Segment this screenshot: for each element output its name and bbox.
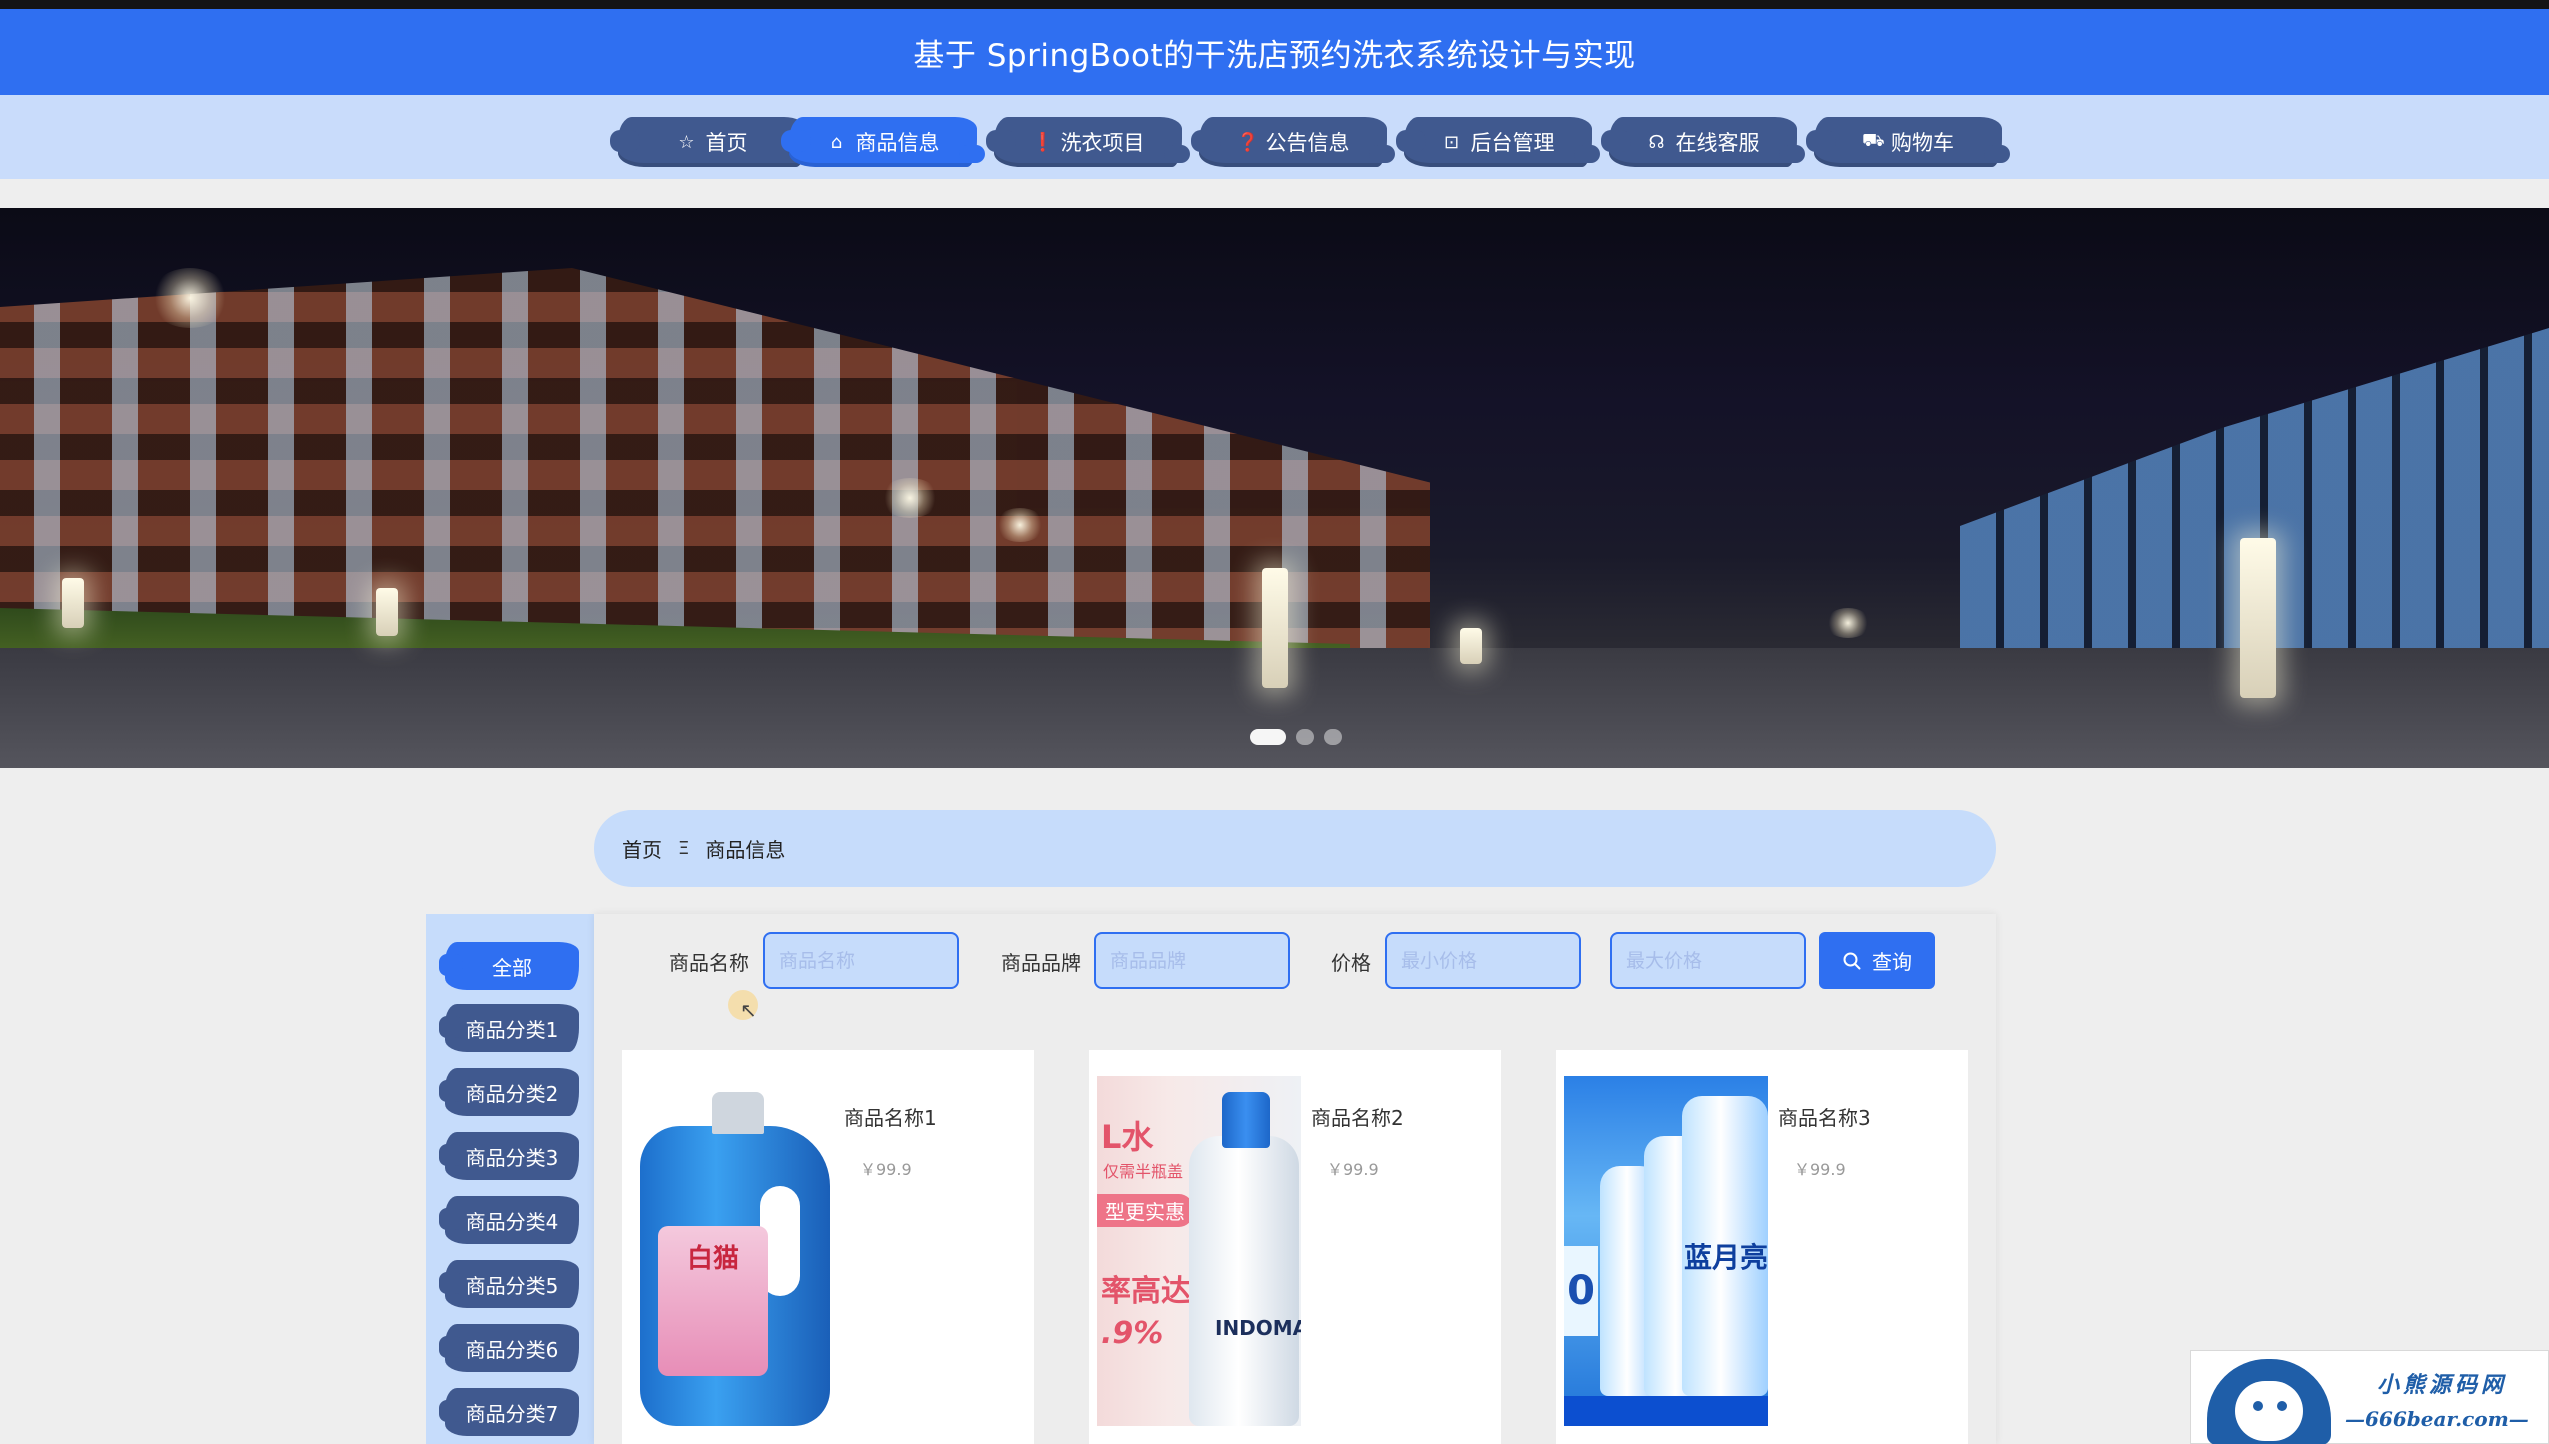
category-item[interactable]: 商品分类3 [439,1132,579,1180]
main-nav: ☆ 首页 ⌂ 商品信息 ❗ 洗衣项目 ❓ 公告信息 ⊡ 后台管理 ☊ 在线客服 … [0,95,2549,179]
product-price: ￥99.9 [860,1160,912,1179]
product-price: ￥99.9 [1794,1160,1846,1179]
carousel-dot[interactable] [1324,729,1342,745]
product-name-label: 商品名称 [669,951,749,975]
site-title: 基于 SpringBoot的干洗店预约洗衣系统设计与实现 [913,37,1636,74]
watermark-title: 小熊源码网 [2377,1372,2508,1398]
nav-item-label: 后台管理 [1470,131,1555,155]
nav-item-support[interactable]: ☊ 在线客服 [1601,117,1805,167]
nav-item-home[interactable]: ☆ 首页 [610,117,814,167]
info-circle-icon: ❗ [1031,131,1054,153]
search-button[interactable]: 查询 [1819,932,1935,989]
breadcrumb: 首页 Ξ 商品信息 [594,810,1996,887]
product-card[interactable]: L水 仅需半瓶盖 型更实惠 率高达 .9% INDOMAS 商品名称2 ￥99.… [1089,1050,1501,1444]
min-price-input[interactable] [1385,932,1581,989]
street-light [880,478,940,518]
max-price-input[interactable] [1610,932,1806,989]
category-item[interactable]: 商品分类1 [439,1004,579,1052]
nav-item-admin[interactable]: ⊡ 后台管理 [1396,117,1600,167]
product-name: 商品名称1 [844,1106,937,1130]
street-light [995,508,1045,542]
category-item[interactable]: 商品分类5 [439,1260,579,1308]
question-circle-icon: ❓ [1236,131,1259,153]
star-icon: ☆ [678,131,695,153]
category-sidebar: 全部 商品分类1 商品分类2 商品分类3 商品分类4 商品分类5 商品分类6 商… [426,914,594,1444]
site-title-bar: 基于 SpringBoot的干洗店预约洗衣系统设计与实现 [0,9,2549,95]
briefcase-icon: ⊡ [1443,131,1460,153]
search-icon [1843,952,1861,969]
banner-building-left [0,268,1430,658]
nav-item-label: 洗衣项目 [1060,131,1145,155]
lamp-post [62,578,84,628]
nav-item-laundry[interactable]: ❗ 洗衣项目 [986,117,1190,167]
product-brand-label: 商品品牌 [1001,951,1081,975]
product-name: 商品名称3 [1778,1106,1871,1130]
carousel-dot[interactable] [1250,729,1286,745]
nav-item-cart[interactable]: ⛟ 购物车 [1806,117,2010,167]
bear-logo-icon [2207,1359,2331,1444]
cart-icon: ⛟ [1862,130,1885,151]
breadcrumb-current: 商品信息 [705,838,786,862]
lamp-post [2240,538,2276,698]
top-strip [0,0,2549,9]
watermark-url: —666bear.com— [2345,1407,2529,1431]
mouse-cursor-icon: ↖ [740,998,757,1022]
price-label: 价格 [1331,951,1371,975]
product-card[interactable]: 白猫 商品名称1 ￥99.9 [622,1050,1034,1444]
search-button-label: 查询 [1872,950,1912,974]
lamp-post [1460,628,1482,664]
nav-item-notices[interactable]: ❓ 公告信息 [1191,117,1395,167]
product-image: L水 仅需半瓶盖 型更实惠 率高达 .9% INDOMAS [1097,1076,1301,1426]
nav-item-products[interactable]: ⌂ 商品信息 [781,117,985,167]
nav-item-label: 首页 [705,131,748,155]
product-brand-input[interactable] [1094,932,1290,989]
category-item[interactable]: 商品分类2 [439,1068,579,1116]
lamp-post [1262,568,1288,688]
product-image: 白猫 [630,1076,834,1426]
nav-item-label: 在线客服 [1675,131,1760,155]
product-name: 商品名称2 [1311,1106,1404,1130]
product-price: ￥99.9 [1327,1160,1379,1179]
carousel-dot[interactable] [1296,729,1314,745]
headset-icon: ☊ [1648,131,1665,153]
nav-item-label: 购物车 [1891,131,1954,155]
street-light [1825,608,1871,638]
banner-carousel[interactable] [0,208,2549,768]
category-item[interactable]: 商品分类7 [439,1388,579,1436]
shopping-bag-icon: ⌂ [830,131,843,153]
carousel-indicators [1250,729,1342,745]
product-card[interactable]: 0 蓝月亮 商品名称3 ￥99.9 [1556,1050,1968,1444]
lamp-post [376,588,398,636]
category-item[interactable]: 商品分类6 [439,1324,579,1372]
product-image: 0 蓝月亮 [1564,1076,1768,1426]
category-item-all[interactable]: 全部 [439,942,579,990]
watermark-logo: 小熊源码网 —666bear.com— [2190,1350,2549,1444]
breadcrumb-separator-icon: Ξ [678,838,690,859]
nav-item-label: 商品信息 [855,131,940,155]
breadcrumb-home[interactable]: 首页 [622,834,662,863]
product-name-input[interactable] [763,932,959,989]
nav-item-label: 公告信息 [1265,131,1350,155]
category-item[interactable]: 商品分类4 [439,1196,579,1244]
street-light [150,268,230,328]
